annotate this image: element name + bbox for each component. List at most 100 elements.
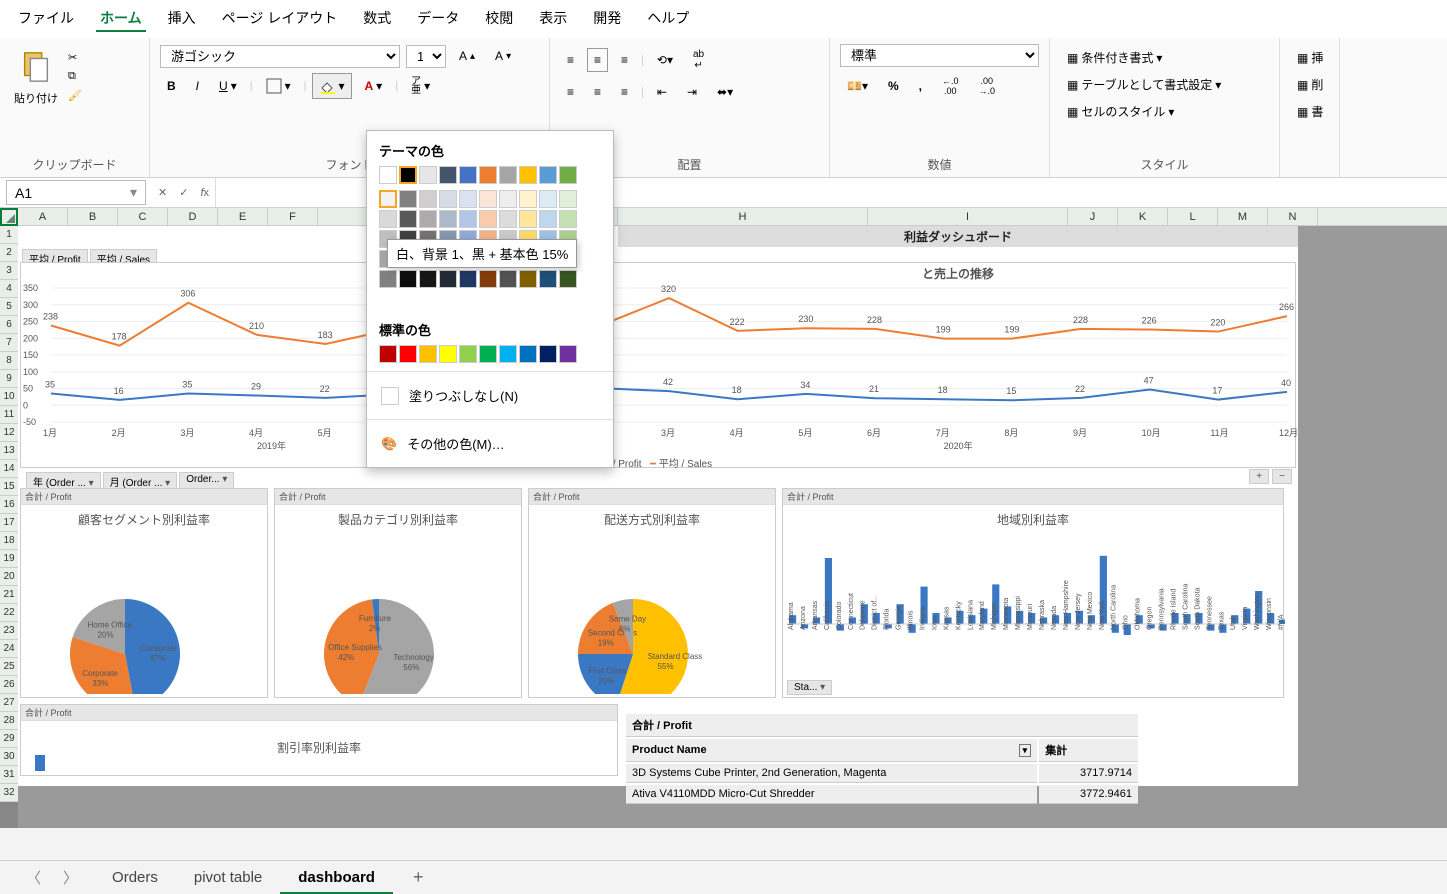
bold-button[interactable]: B (160, 74, 183, 98)
decrease-font-button[interactable]: A▾ (488, 44, 518, 68)
color-swatch[interactable] (399, 166, 417, 184)
menu-挿入[interactable]: 挿入 (164, 6, 200, 32)
color-swatch[interactable] (439, 210, 457, 228)
align-middle-button[interactable]: ≡ (587, 48, 608, 72)
row-header-4[interactable]: 4 (0, 280, 18, 298)
menu-校閲[interactable]: 校閲 (481, 6, 517, 32)
row-header-12[interactable]: 12 (0, 424, 18, 442)
color-swatch[interactable] (479, 166, 497, 184)
menu-ページ レイアウト[interactable]: ページ レイアウト (218, 6, 342, 32)
row-header-28[interactable]: 28 (0, 712, 18, 730)
color-swatch[interactable] (519, 210, 537, 228)
color-swatch[interactable] (379, 345, 397, 363)
row-header-5[interactable]: 5 (0, 298, 18, 316)
wrap-text-button[interactable]: ab↵ (686, 44, 711, 76)
cancel-formula-icon[interactable]: ✕ (152, 186, 173, 199)
col-header-M[interactable]: M (1218, 208, 1268, 225)
row-header-11[interactable]: 11 (0, 406, 18, 424)
phonetic-button[interactable]: ア亜▾ (404, 72, 437, 100)
cut-icon[interactable]: ✂ (68, 51, 82, 64)
fx-icon[interactable]: fx (194, 187, 215, 199)
add-sheet-button[interactable]: + (403, 867, 434, 888)
col-header-F[interactable]: F (268, 208, 318, 225)
color-swatch[interactable] (519, 345, 537, 363)
color-swatch[interactable] (379, 166, 397, 184)
color-swatch[interactable] (459, 210, 477, 228)
row-header-25[interactable]: 25 (0, 658, 18, 676)
color-swatch[interactable] (519, 190, 537, 208)
color-swatch[interactable] (499, 166, 517, 184)
menu-ホーム[interactable]: ホーム (96, 6, 146, 32)
accept-formula-icon[interactable]: ✓ (173, 186, 194, 199)
align-left-button[interactable]: ≡ (560, 80, 581, 104)
color-swatch[interactable] (479, 210, 497, 228)
discount-chart[interactable]: 合計 / Profit 割引率別利益率 (20, 704, 618, 776)
cell-styles-button[interactable]: ▦ セルのスタイル ▾ (1060, 98, 1269, 125)
color-swatch[interactable] (559, 270, 577, 288)
color-swatch[interactable] (439, 166, 457, 184)
col-header-I[interactable]: I (868, 208, 1068, 225)
color-swatch[interactable] (459, 270, 477, 288)
filter-icon[interactable]: ▾ (1019, 744, 1032, 757)
color-swatch[interactable] (459, 345, 477, 363)
align-right-button[interactable]: ≡ (614, 80, 635, 104)
merge-button[interactable]: ⬌▾ (710, 80, 740, 104)
color-swatch[interactable] (539, 190, 557, 208)
chart-expand-button[interactable]: + (1249, 469, 1269, 484)
menu-表示[interactable]: 表示 (535, 6, 571, 32)
col-header-A[interactable]: A (18, 208, 68, 225)
line-chart[interactable]: と売上の推移 -50050100150200250300350238178306… (20, 262, 1296, 468)
row-header-6[interactable]: 6 (0, 316, 18, 334)
row-header-16[interactable]: 16 (0, 496, 18, 514)
color-swatch[interactable] (419, 166, 437, 184)
color-swatch[interactable] (559, 166, 577, 184)
conditional-format-button[interactable]: ▦ 条件付き書式 ▾ (1060, 44, 1269, 71)
row-header-19[interactable]: 19 (0, 550, 18, 568)
row-header-22[interactable]: 22 (0, 604, 18, 622)
color-swatch[interactable] (459, 166, 477, 184)
color-swatch[interactable] (459, 190, 477, 208)
font-color-button[interactable]: A▾ (358, 74, 390, 98)
row-header-8[interactable]: 8 (0, 352, 18, 370)
delete-cells-button[interactable]: ▦ 削 (1290, 71, 1329, 98)
menu-ファイル[interactable]: ファイル (14, 6, 78, 32)
row-header-21[interactable]: 21 (0, 586, 18, 604)
menu-データ[interactable]: データ (413, 6, 463, 32)
color-swatch[interactable] (519, 166, 537, 184)
color-swatch[interactable] (559, 190, 577, 208)
align-center-button[interactable]: ≡ (587, 80, 608, 104)
color-swatch[interactable] (439, 270, 457, 288)
color-swatch[interactable] (539, 166, 557, 184)
color-swatch[interactable] (399, 345, 417, 363)
color-swatch[interactable] (559, 345, 577, 363)
color-swatch[interactable] (499, 270, 517, 288)
format-cells-button[interactable]: ▦ 書 (1290, 98, 1329, 125)
increase-font-button[interactable]: A▴ (452, 44, 482, 68)
border-button[interactable]: ▾ (259, 73, 298, 99)
pie-chart[interactable]: 合計 / Profit顧客セグメント別利益率Consumer47%Corpora… (20, 488, 268, 698)
sheet-tab-dashboard[interactable]: dashboard (280, 863, 393, 894)
row-header-1[interactable]: 1 (0, 226, 18, 244)
color-swatch[interactable] (499, 190, 517, 208)
row-header-15[interactable]: 15 (0, 478, 18, 496)
col-header-C[interactable]: C (118, 208, 168, 225)
row-header-26[interactable]: 26 (0, 676, 18, 694)
row-header-13[interactable]: 13 (0, 442, 18, 460)
color-swatch[interactable] (399, 210, 417, 228)
table-col-total[interactable]: 集計 (1039, 739, 1138, 762)
comma-button[interactable]: , (912, 74, 929, 98)
align-bottom-button[interactable]: ≡ (614, 48, 635, 72)
row-header-27[interactable]: 27 (0, 694, 18, 712)
number-format-select[interactable]: 標準 (840, 44, 1039, 67)
row-header-7[interactable]: 7 (0, 334, 18, 352)
col-header-E[interactable]: E (218, 208, 268, 225)
row-header-23[interactable]: 23 (0, 622, 18, 640)
color-swatch[interactable] (519, 270, 537, 288)
name-box[interactable]: A1 ▾ (6, 180, 146, 205)
row-header-29[interactable]: 29 (0, 730, 18, 748)
more-colors-button[interactable]: 🎨 その他の色(M)… (379, 428, 601, 459)
align-top-button[interactable]: ≡ (560, 48, 581, 72)
color-swatch[interactable] (419, 345, 437, 363)
italic-button[interactable]: I (189, 74, 206, 98)
tab-nav-prev[interactable]: 〈 (20, 867, 47, 888)
